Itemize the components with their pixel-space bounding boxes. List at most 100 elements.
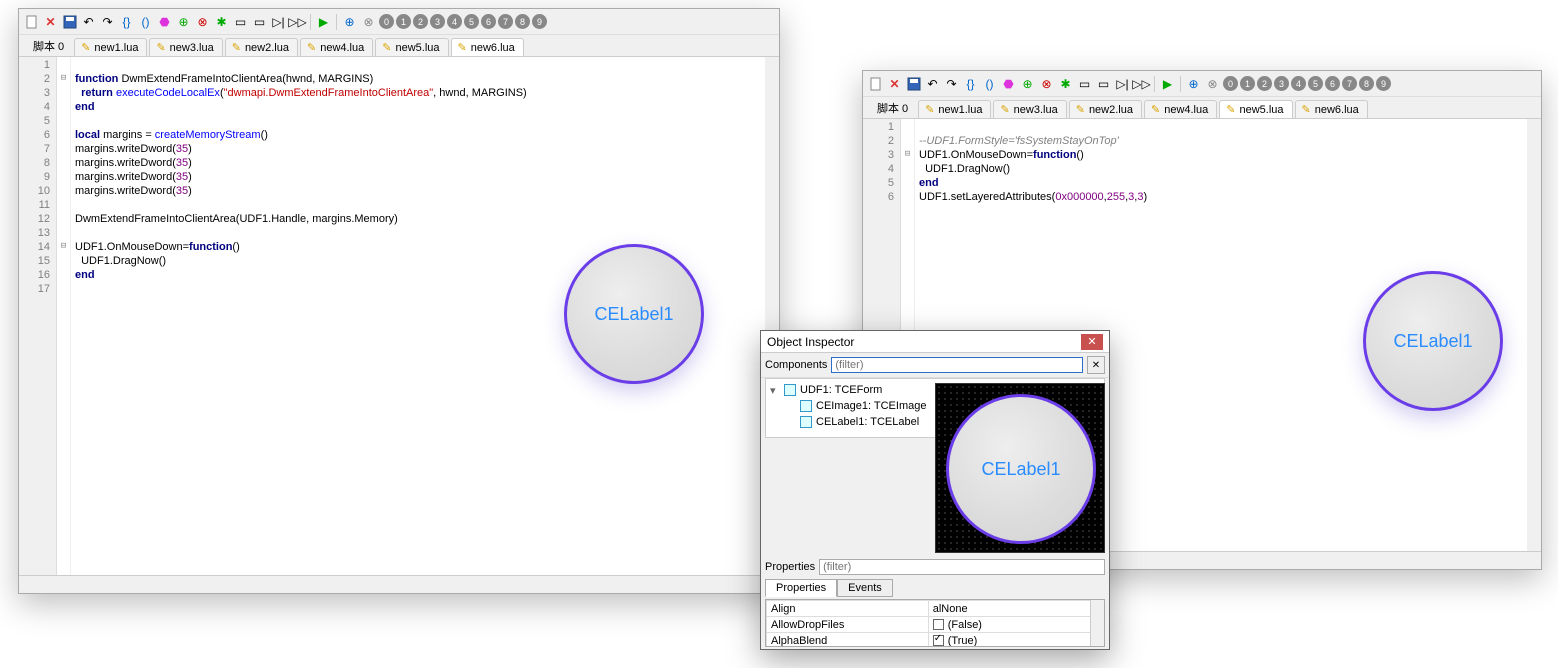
step-into-icon[interactable]: ▭ (1095, 75, 1112, 92)
checkbox[interactable] (933, 619, 944, 630)
script-list-label[interactable]: 脚本 0 (25, 36, 72, 56)
bookmark-5[interactable]: 5 (464, 14, 479, 29)
bug-icon[interactable]: ✱ (213, 13, 230, 30)
bookmark-9[interactable]: 9 (1376, 76, 1391, 91)
bookmark-1[interactable]: 1 (1240, 76, 1255, 91)
prop-value[interactable]: alNone (928, 601, 1103, 617)
tab-label: new4.lua (1164, 104, 1208, 116)
bracket-icon[interactable]: {} (962, 75, 979, 92)
bookmark-6[interactable]: 6 (481, 14, 496, 29)
tab-new4-lua[interactable]: ✎new4.lua (1144, 100, 1217, 118)
step-out-icon[interactable]: ▷| (270, 13, 287, 30)
add-green-icon[interactable]: ⊕ (1019, 75, 1036, 92)
add-blue-icon[interactable]: ⊕ (1185, 75, 1202, 92)
add-blue-icon[interactable]: ⊕ (341, 13, 358, 30)
x-gray-icon[interactable]: ⊗ (360, 13, 377, 30)
x-gray-icon[interactable]: ⊗ (1204, 75, 1221, 92)
paren-icon[interactable]: () (981, 75, 998, 92)
celabel-orb[interactable]: CELabel1 (1363, 271, 1503, 411)
run-icon[interactable]: ▶ (315, 13, 332, 30)
orb-text: CELabel1 (1393, 331, 1472, 352)
components-filter-input[interactable] (831, 357, 1083, 373)
tab-new5-lua[interactable]: ✎new5.lua (1219, 100, 1292, 118)
continue-icon[interactable]: ▷▷ (289, 13, 306, 30)
undo-icon[interactable]: ↶ (80, 13, 97, 30)
clear-filter-icon[interactable]: ✕ (1087, 356, 1105, 374)
bookmark-4[interactable]: 4 (1291, 76, 1306, 91)
celabel-orb[interactable]: CELabel1 (564, 244, 704, 384)
step-into-icon[interactable]: ▭ (251, 13, 268, 30)
expand-arrow-icon[interactable]: ▾ (770, 384, 780, 397)
bookmark-7[interactable]: 7 (498, 14, 513, 29)
bookmark-8[interactable]: 8 (1359, 76, 1374, 91)
save-icon[interactable] (905, 75, 922, 92)
close-icon[interactable]: ✕ (1081, 334, 1103, 350)
bookmark-0[interactable]: 0 (1223, 76, 1238, 91)
property-row[interactable]: AlignalNone (767, 601, 1104, 617)
prop-value[interactable]: (False) (928, 617, 1103, 633)
remove-red-icon[interactable]: ⊗ (194, 13, 211, 30)
bookmark-8[interactable]: 8 (515, 14, 530, 29)
bookmark-4[interactable]: 4 (447, 14, 462, 29)
marker-pink-icon[interactable]: ⬣ (1000, 75, 1017, 92)
bookmark-3[interactable]: 3 (430, 14, 445, 29)
form-designer[interactable]: CELabel1 (935, 383, 1105, 553)
property-row[interactable]: AllowDropFiles(False) (767, 617, 1104, 633)
bookmark-1[interactable]: 1 (396, 14, 411, 29)
prop-value[interactable]: (True) (928, 633, 1103, 648)
continue-icon[interactable]: ▷▷ (1133, 75, 1150, 92)
celabel-orb[interactable]: CELabel1 (946, 394, 1096, 544)
close-icon[interactable]: ✕ (886, 75, 903, 92)
checkbox[interactable] (933, 635, 944, 646)
save-icon[interactable] (61, 13, 78, 30)
properties-filter-input[interactable] (819, 559, 1105, 575)
tree-label: CEImage1: TCEImage (816, 400, 926, 412)
bookmark-2[interactable]: 2 (413, 14, 428, 29)
tab-new6-lua[interactable]: ✎new6.lua (1295, 100, 1368, 118)
title-bar[interactable]: Object Inspector ✕ (761, 331, 1109, 353)
step-out-icon[interactable]: ▷| (1114, 75, 1131, 92)
undo-icon[interactable]: ↶ (924, 75, 941, 92)
tab-new3-lua[interactable]: ✎new3.lua (993, 100, 1066, 118)
bookmark-2[interactable]: 2 (1257, 76, 1272, 91)
redo-icon[interactable]: ↷ (943, 75, 960, 92)
tab-new6-lua[interactable]: ✎new6.lua (451, 38, 524, 56)
close-icon[interactable]: ✕ (42, 13, 59, 30)
tab-new2-lua[interactable]: ✎new2.lua (225, 38, 298, 56)
tab-new1-lua[interactable]: ✎new1.lua (74, 38, 147, 56)
redo-icon[interactable]: ↷ (99, 13, 116, 30)
tab-new4-lua[interactable]: ✎new4.lua (300, 38, 373, 56)
tab-properties[interactable]: Properties (765, 579, 837, 597)
bug-icon[interactable]: ✱ (1057, 75, 1074, 92)
pencil-icon: ✎ (1302, 103, 1311, 116)
line-gutter: 1234567891011121314151617 (19, 57, 57, 593)
paren-icon[interactable]: () (137, 13, 154, 30)
add-green-icon[interactable]: ⊕ (175, 13, 192, 30)
bookmark-7[interactable]: 7 (1342, 76, 1357, 91)
bookmark-6[interactable]: 6 (1325, 76, 1340, 91)
bracket-icon[interactable]: {} (118, 13, 135, 30)
run-icon[interactable]: ▶ (1159, 75, 1176, 92)
marker-pink-icon[interactable]: ⬣ (156, 13, 173, 30)
blank-icon[interactable] (867, 75, 884, 92)
pencil-icon: ✎ (382, 41, 391, 54)
remove-red-icon[interactable]: ⊗ (1038, 75, 1055, 92)
bookmark-0[interactable]: 0 (379, 14, 394, 29)
property-row[interactable]: AlphaBlend(True) (767, 633, 1104, 648)
property-grid[interactable]: AlignalNoneAllowDropFiles(False)AlphaBle… (765, 599, 1105, 647)
scrollbar[interactable] (1090, 600, 1104, 646)
script-list-label[interactable]: 脚本 0 (869, 98, 916, 118)
tab-new2-lua[interactable]: ✎new2.lua (1069, 100, 1142, 118)
bookmark-5[interactable]: 5 (1308, 76, 1323, 91)
blank-icon[interactable] (23, 13, 40, 30)
bookmark-3[interactable]: 3 (1274, 76, 1289, 91)
step-over-icon[interactable]: ▭ (1076, 75, 1093, 92)
step-over-icon[interactable]: ▭ (232, 13, 249, 30)
tab-new3-lua[interactable]: ✎new3.lua (149, 38, 222, 56)
tab-events[interactable]: Events (837, 579, 893, 597)
tab-new5-lua[interactable]: ✎new5.lua (375, 38, 448, 56)
fold-column[interactable]: ⊟⊟ (57, 57, 71, 593)
tab-new1-lua[interactable]: ✎new1.lua (918, 100, 991, 118)
window-title: Object Inspector (767, 335, 854, 349)
bookmark-9[interactable]: 9 (532, 14, 547, 29)
